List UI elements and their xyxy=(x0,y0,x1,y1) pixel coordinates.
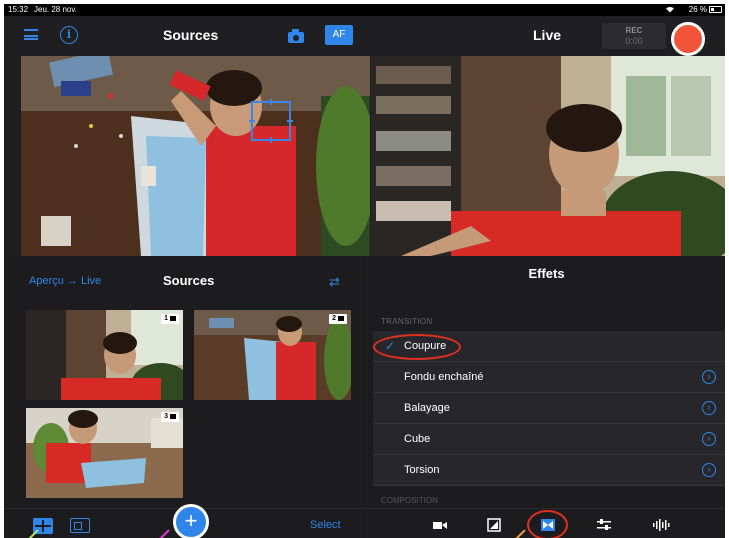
effect-label: Torsion xyxy=(404,464,440,476)
chevron-right-icon[interactable]: › xyxy=(702,463,716,477)
live-frame xyxy=(371,56,725,256)
overlay-icon[interactable] xyxy=(487,518,501,532)
record-button[interactable] xyxy=(671,22,705,56)
chevron-right-icon[interactable]: › xyxy=(702,432,716,446)
transition-wipe[interactable]: Balayage › xyxy=(373,393,725,424)
wifi-icon xyxy=(665,5,675,15)
adjustments-icon[interactable] xyxy=(596,518,612,532)
battery-percent: 26 % xyxy=(688,5,707,14)
video-camera-icon[interactable] xyxy=(432,518,448,532)
chevron-right-icon[interactable]: › xyxy=(702,370,716,384)
source-badge: 1 xyxy=(161,314,179,324)
status-date: Jeu. 28 nov. xyxy=(34,5,77,14)
rec-timer: REC 0:00 xyxy=(602,23,666,49)
battery-icon xyxy=(709,6,722,13)
live-title: Live xyxy=(533,27,562,43)
preview-to-live-link[interactable]: Aperçu → Live xyxy=(29,275,101,287)
effects-title: Effets xyxy=(528,266,565,281)
sources-panel-title: Sources xyxy=(163,273,215,288)
effect-label: Balayage xyxy=(404,402,450,414)
transition-twist[interactable]: Torsion › xyxy=(373,455,725,486)
select-button[interactable]: Select xyxy=(310,519,341,531)
source-thumbnail[interactable]: 3 xyxy=(26,408,183,498)
sources-nav-bar: i Sources AF xyxy=(4,16,367,54)
preview-frame xyxy=(21,56,370,256)
live-video[interactable] xyxy=(371,56,725,256)
transition-cube[interactable]: Cube › xyxy=(373,424,725,455)
status-bar: 15:32 Jeu. 28 nov. 26 % xyxy=(4,4,725,16)
effect-label: Cube xyxy=(404,433,431,445)
rec-time: 0:00 xyxy=(625,36,643,46)
effects-panel: Effets TRANSITION ✓ Coupure Fondu enchaî… xyxy=(368,256,725,508)
rec-label: REC xyxy=(625,26,643,35)
sources-title: Sources xyxy=(163,27,219,43)
preview-video[interactable] xyxy=(21,56,370,256)
multiview-icon[interactable] xyxy=(70,518,90,533)
highlight-circle xyxy=(527,510,568,538)
add-source-button[interactable]: + xyxy=(173,504,209,538)
transition-cut[interactable]: ✓ Coupure xyxy=(373,331,725,362)
live-nav-bar: Live REC 0:00 xyxy=(368,16,725,56)
effect-label: Fondu enchaîné xyxy=(404,371,484,383)
swap-icon[interactable]: ⇄ xyxy=(329,274,340,290)
audio-waveform-icon[interactable] xyxy=(652,518,670,532)
af-button[interactable]: AF xyxy=(325,25,353,45)
transition-section-label: TRANSITION xyxy=(381,317,433,326)
source-badge: 2 xyxy=(329,314,347,324)
focus-box[interactable] xyxy=(249,99,293,143)
transition-list: ✓ Coupure Fondu enchaîné › Balayage › Cu… xyxy=(373,331,725,486)
source-thumbnail[interactable]: 2 xyxy=(194,310,351,400)
source-badge: 3 xyxy=(161,412,179,422)
highlight-circle xyxy=(373,334,461,360)
menu-icon[interactable] xyxy=(24,29,38,40)
app-window: 15:32 Jeu. 28 nov. 26 % i Sources AF Liv… xyxy=(4,4,725,538)
transition-crossfade[interactable]: Fondu enchaîné › xyxy=(373,362,725,393)
sources-header: Aperçu → Live Sources ⇄ xyxy=(4,256,367,294)
sources-panel: Aperçu → Live Sources ⇄ 1 2 3 xyxy=(4,256,367,508)
source-thumbnail[interactable]: 1 xyxy=(26,310,183,400)
composition-section-label: COMPOSITION xyxy=(381,496,438,505)
info-icon[interactable]: i xyxy=(60,26,78,44)
status-time: 15:32 xyxy=(8,5,29,14)
camera-icon[interactable] xyxy=(288,29,304,43)
chevron-right-icon[interactable]: › xyxy=(702,401,716,415)
